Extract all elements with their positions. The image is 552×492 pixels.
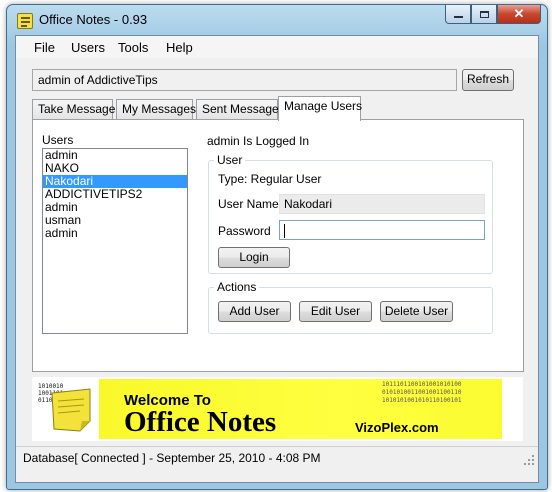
menu-tools[interactable]: Tools xyxy=(118,40,148,55)
manage-users-panel: Users admin NAKO Nakodari ADDICTIVETIPS2… xyxy=(32,119,524,372)
binary-right: 1011101100101001010100 01010100110010011… xyxy=(382,381,522,405)
tab-manage-users[interactable]: Manage Users xyxy=(278,96,362,121)
edit-user-button[interactable]: Edit User xyxy=(299,301,372,322)
user-group: User Type: Regular User User Name Nakoda… xyxy=(208,153,493,274)
current-user-field: admin of AddictiveTips xyxy=(32,69,457,91)
tab-my-messages[interactable]: My Messages xyxy=(116,99,196,119)
login-button[interactable]: Login xyxy=(218,247,290,268)
app-window: Office Notes - 0.93 ✕ File Users Tools H… xyxy=(6,4,548,490)
banner-website-text: VizoPlex.com xyxy=(355,420,439,435)
username-label: User Name xyxy=(218,197,279,211)
binary-line: 1010101001010110100101 xyxy=(382,397,462,404)
close-icon: ✕ xyxy=(513,6,525,21)
welcome-banner: 1010010 1001101 0110100 1011101100101001… xyxy=(32,377,523,441)
status-bar: Database[ Connected ] - September 25, 20… xyxy=(16,446,538,469)
user-type-label: Type: Regular User xyxy=(218,172,322,186)
sticky-note-icon xyxy=(51,388,91,432)
actions-group: Actions Add User Edit User Delete User xyxy=(208,280,493,334)
status-text: Database[ Connected ] - September 25, 20… xyxy=(23,451,321,465)
window-title: Office Notes - 0.93 xyxy=(39,12,148,27)
caption-buttons: ✕ xyxy=(445,5,541,25)
maximize-icon xyxy=(479,10,489,18)
binary-line: 1011101100101001010100 xyxy=(382,381,462,388)
minimize-button[interactable] xyxy=(445,5,471,24)
add-user-button[interactable]: Add User xyxy=(218,301,291,322)
delete-user-button[interactable]: Delete User xyxy=(380,301,453,322)
password-label: Password xyxy=(218,224,271,238)
users-listbox[interactable]: admin NAKO Nakodari ADDICTIVETIPS2 admin… xyxy=(42,148,188,334)
maximize-button[interactable] xyxy=(471,5,497,24)
menu-file[interactable]: File xyxy=(34,40,55,55)
app-notes-icon xyxy=(17,13,33,29)
password-field[interactable] xyxy=(279,220,485,240)
tab-sent-messages[interactable]: Sent Messages xyxy=(196,99,285,119)
minimize-icon xyxy=(453,16,463,18)
tab-take-message[interactable]: Take Message xyxy=(32,99,115,119)
menu-help[interactable]: Help xyxy=(166,40,193,55)
banner-brand-text: Office Notes xyxy=(124,406,277,438)
client-area: File Users Tools Help admin of Addictive… xyxy=(15,35,539,483)
title-bar[interactable]: Office Notes - 0.93 ✕ xyxy=(7,5,547,35)
binary-line: 0101010011001001100110 xyxy=(382,389,462,396)
actions-group-title: Actions xyxy=(214,280,260,294)
text-caret xyxy=(284,223,285,238)
user-group-title: User xyxy=(214,153,246,167)
refresh-button[interactable]: Refresh xyxy=(462,69,514,91)
username-field[interactable]: Nakodari xyxy=(279,194,485,214)
list-item[interactable]: admin xyxy=(43,227,187,240)
menu-bar: File Users Tools Help xyxy=(16,36,538,58)
close-button[interactable]: ✕ xyxy=(497,5,541,24)
resize-grip-icon[interactable] xyxy=(523,454,535,466)
logged-in-label: admin Is Logged In xyxy=(207,134,310,148)
users-label: Users xyxy=(42,133,74,147)
menu-users[interactable]: Users xyxy=(71,40,105,55)
